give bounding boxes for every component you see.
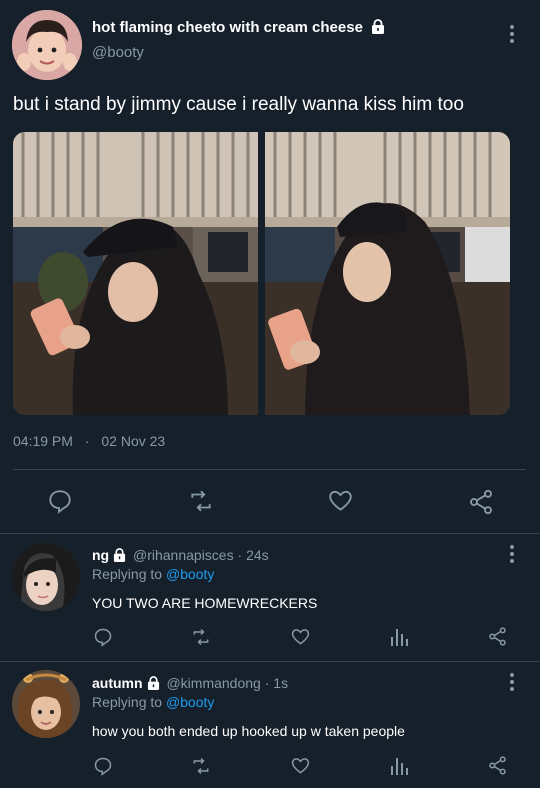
- replying-to-link-1[interactable]: @booty: [166, 566, 214, 582]
- main-avatar[interactable]: [12, 10, 82, 80]
- timestamp-separator: ·: [84, 433, 90, 449]
- lock-icon: [113, 548, 126, 565]
- analytics-icon[interactable]: [389, 756, 409, 776]
- replying-to-link-2[interactable]: @booty: [166, 694, 214, 710]
- more-icon[interactable]: [506, 672, 518, 692]
- replying-prefix-1: Replying to: [92, 566, 163, 582]
- tweet-photo-1[interactable]: [13, 132, 258, 415]
- replying-prefix-2: Replying to: [92, 694, 163, 710]
- like-icon[interactable]: [290, 627, 311, 647]
- lock-icon: [371, 19, 385, 38]
- reply-icon[interactable]: [93, 756, 113, 776]
- tweet-timestamp[interactable]: 04:19 PM · 02 Nov 23: [13, 433, 165, 449]
- replying-to-2: Replying to @booty: [92, 694, 214, 710]
- like-icon[interactable]: [327, 488, 354, 514]
- replying-to-1: Replying to @booty: [92, 566, 214, 582]
- reply-text-2: how you both ended up hooked up w taken …: [92, 723, 405, 739]
- reply-dot-2: ·: [264, 675, 270, 691]
- timestamp-divider: [13, 469, 526, 470]
- reply-dot-1: ·: [237, 547, 243, 563]
- main-handle[interactable]: @booty: [92, 44, 144, 61]
- reply-display-name-1[interactable]: ng: [92, 547, 109, 563]
- reply-header-2: autumn @kimmandong · 1s: [92, 675, 288, 693]
- share-icon[interactable]: [467, 488, 495, 516]
- tweet-date: 02 Nov 23: [101, 433, 166, 449]
- main-display-name-text: hot flaming cheeto with cream cheese: [92, 19, 363, 36]
- analytics-icon[interactable]: [389, 627, 409, 647]
- reply-icon[interactable]: [93, 627, 113, 647]
- reply-age-1: 24s: [246, 547, 269, 563]
- retweet-icon[interactable]: [190, 756, 212, 776]
- lock-icon: [147, 676, 160, 693]
- reply-handle-2[interactable]: @kimmandong: [166, 675, 260, 691]
- reply-handle-1[interactable]: @rihannapisces: [133, 547, 234, 563]
- reply-age-2: 1s: [273, 675, 289, 691]
- share-icon[interactable]: [487, 755, 508, 776]
- reply-avatar-2[interactable]: [12, 670, 80, 738]
- reply-icon[interactable]: [47, 488, 73, 514]
- reply-header-1: ng @rihannapisces · 24s: [92, 547, 269, 565]
- retweet-icon[interactable]: [190, 627, 212, 647]
- tweet-photo-2[interactable]: [265, 132, 510, 415]
- reply-divider: [0, 661, 540, 662]
- reply-display-name-2[interactable]: autumn: [92, 675, 143, 691]
- tweet-time: 04:19 PM: [13, 433, 73, 449]
- main-display-name[interactable]: hot flaming cheeto with cream cheese: [92, 19, 385, 38]
- more-icon[interactable]: [506, 544, 518, 564]
- tweet-text: but i stand by jimmy cause i really wann…: [13, 94, 464, 115]
- share-icon[interactable]: [487, 626, 508, 647]
- section-divider: [0, 533, 540, 534]
- reply-avatar-1[interactable]: [12, 543, 80, 611]
- more-icon[interactable]: [506, 24, 518, 44]
- like-icon[interactable]: [290, 756, 311, 776]
- retweet-icon[interactable]: [187, 488, 215, 514]
- reply-text-1: YOU TWO ARE HOMEWRECKERS: [92, 595, 318, 611]
